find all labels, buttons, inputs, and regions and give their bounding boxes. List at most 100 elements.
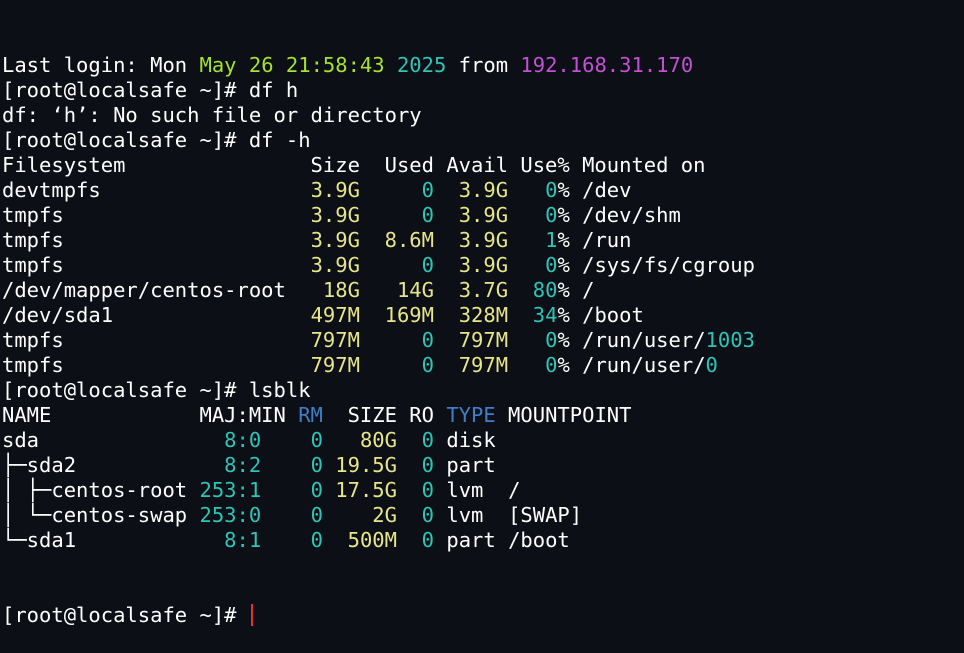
terminal-text: [root@localsafe ~]# df -h	[2, 128, 311, 152]
terminal-text: 0	[310, 428, 323, 452]
terminal-text: │ └─centos-swap	[2, 503, 200, 527]
terminal-text: tmpfs	[2, 253, 311, 277]
terminal-line: NAME MAJ:MIN RM SIZE RO TYPE MOUNTPOINT	[2, 403, 962, 428]
terminal-text: /dev/sda1	[2, 303, 311, 327]
terminal-text: 18G	[322, 278, 360, 302]
terminal-text: 3.9G	[310, 253, 360, 277]
terminal-text: 0	[545, 203, 558, 227]
terminal-text: NAME MAJ:MIN	[2, 403, 299, 427]
terminal-text: /dev/mapper/centos-root	[2, 278, 323, 302]
terminal-text: 0	[421, 478, 435, 502]
terminal-text: Last login: Mon	[2, 53, 200, 77]
terminal-text: 3.9G	[458, 228, 509, 252]
terminal-text: 0	[705, 353, 718, 377]
terminal-text: 3.9G	[310, 178, 360, 202]
terminal-text: 0	[421, 503, 435, 527]
terminal-text: 0	[310, 478, 323, 502]
terminal-text: part	[434, 453, 496, 477]
terminal-text: 8:2	[224, 453, 262, 477]
terminal-line: Last login: Mon May 26 21:58:43 2025 fro…	[2, 53, 962, 78]
terminal-text: from	[446, 53, 521, 77]
terminal-line: tmpfs 797M 0 797M 0% /run/user/0	[2, 353, 962, 378]
terminal-text: % /run/user/	[557, 328, 706, 352]
terminal-text: 8:0	[224, 428, 262, 452]
terminal-text: MOUNTPOINT	[495, 403, 632, 427]
terminal-text: 169M	[384, 303, 434, 327]
terminal-text: 0	[545, 353, 558, 377]
terminal-text: % /dev	[557, 178, 632, 202]
terminal-text: 797M	[310, 328, 360, 352]
terminal-text: df: ‘h’: No such file or directory	[2, 103, 422, 127]
terminal-text: tmpfs	[2, 328, 311, 352]
terminal-text: tmpfs	[2, 353, 311, 377]
terminal-text: 80	[532, 278, 558, 302]
terminal-line: tmpfs 3.9G 0 3.9G 0% /dev/shm	[2, 203, 962, 228]
terminal-text: 2G	[372, 503, 397, 527]
terminal-text: 328M	[458, 303, 509, 327]
terminal-text: 797M	[458, 328, 509, 352]
terminal-text: 0	[545, 178, 558, 202]
terminal-text: 19.5G	[335, 453, 397, 477]
terminal-text: 797M	[310, 353, 360, 377]
terminal-text: [root@localsafe ~]# df h	[2, 78, 299, 102]
shell-prompt: [root@localsafe ~]#	[2, 603, 249, 627]
terminal-text: 0	[421, 253, 434, 277]
terminal-line: ├─sda2 8:2 0 19.5G 0 part	[2, 453, 962, 478]
terminal-text: 17.5G	[335, 478, 397, 502]
terminal-text: 34	[532, 303, 558, 327]
terminal-text: 8.6M	[384, 228, 434, 252]
terminal-text: 3.9G	[458, 253, 509, 277]
prompt-line[interactable]: [root@localsafe ~]#	[2, 603, 962, 628]
terminal-window[interactable]: Last login: Mon May 26 21:58:43 2025 fro…	[2, 3, 962, 627]
terminal-text: 797M	[458, 353, 509, 377]
terminal-line: tmpfs 797M 0 797M 0% /run/user/1003	[2, 328, 962, 353]
terminal-text: 0	[421, 428, 435, 452]
terminal-line: [root@localsafe ~]# lsblk	[2, 378, 962, 403]
terminal-text: SIZE RO	[322, 403, 447, 427]
terminal-text: │ ├─centos-root	[2, 478, 200, 502]
terminal-text: 0	[310, 503, 323, 527]
terminal-text: % /run	[557, 228, 632, 252]
terminal-text: [root@localsafe ~]# lsblk	[2, 378, 311, 402]
terminal-text: sda	[2, 428, 225, 452]
terminal-text: part /boot	[434, 528, 570, 552]
terminal-text: 253:0	[199, 503, 262, 527]
terminal-text: lvm /	[434, 478, 521, 502]
terminal-text: 8:1	[224, 528, 262, 552]
terminal-text: 2025	[396, 53, 447, 77]
text-cursor	[250, 604, 253, 626]
terminal-text: tmpfs	[2, 228, 311, 252]
terminal-text: RM	[298, 403, 323, 427]
terminal-text: disk	[434, 428, 496, 452]
terminal-text: % /sys/fs/cgroup	[557, 253, 755, 277]
terminal-text: 14G	[396, 278, 434, 302]
terminal-text: 192.168.31.170	[520, 53, 694, 77]
terminal-text: % /	[557, 278, 595, 302]
terminal-text: lvm [SWAP]	[434, 503, 583, 527]
terminal-text: 0	[421, 328, 434, 352]
terminal-text: 0	[545, 253, 558, 277]
terminal-text: 0	[545, 328, 558, 352]
